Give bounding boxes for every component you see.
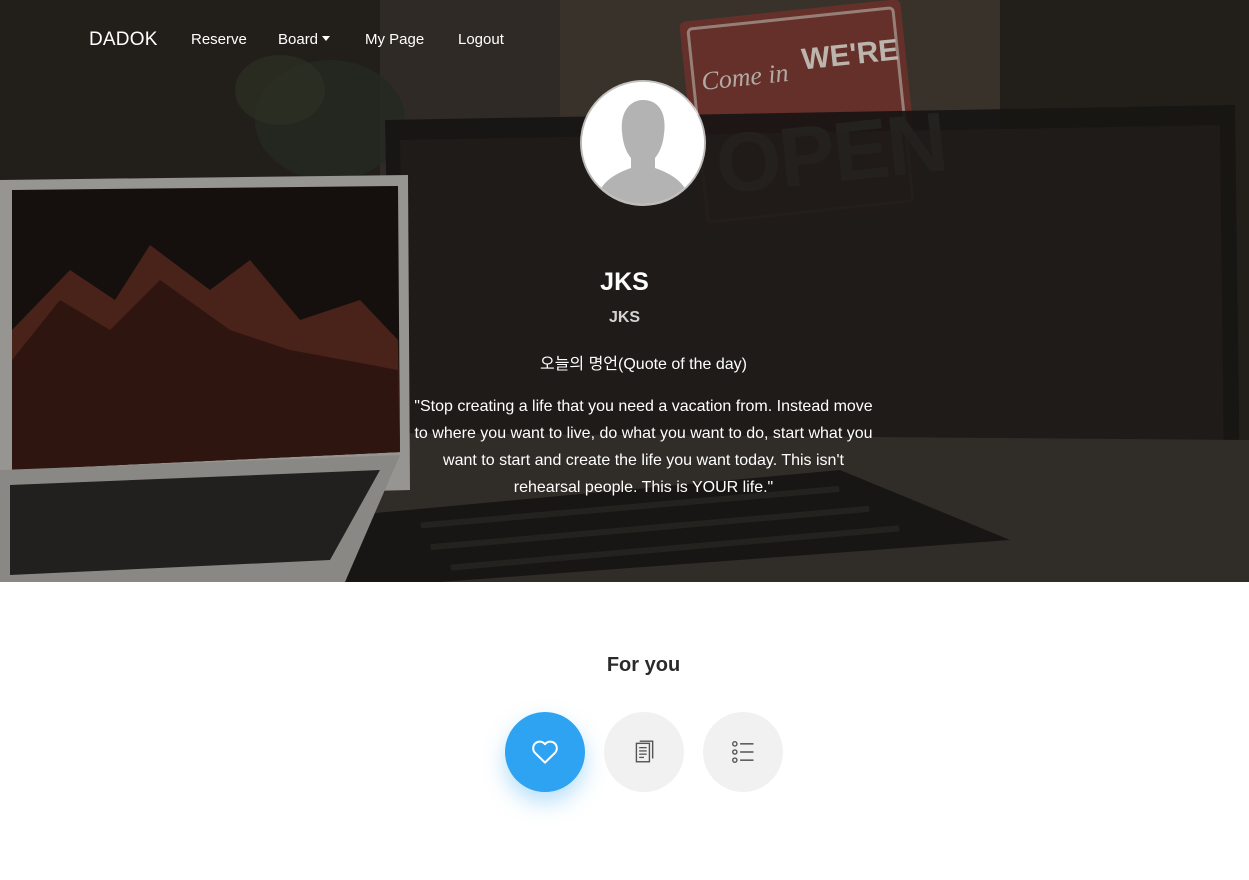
caret-down-icon bbox=[322, 36, 331, 41]
documents-button[interactable] bbox=[604, 712, 684, 792]
favorites-button[interactable] bbox=[505, 712, 585, 792]
brand-logo[interactable]: DADOK bbox=[89, 29, 158, 51]
nav-my-page-link[interactable]: My Page bbox=[365, 31, 424, 48]
nav-reserve-link[interactable]: Reserve bbox=[191, 31, 247, 48]
list-button[interactable] bbox=[703, 712, 783, 792]
nav-logout-link[interactable]: Logout bbox=[458, 31, 504, 48]
heart-icon bbox=[532, 740, 558, 764]
quote-heading: 오늘의 명언(Quote of the day) bbox=[539, 356, 747, 373]
document-icon bbox=[635, 740, 654, 763]
profile-name: JKS bbox=[600, 268, 649, 296]
top-navbar: DADOK Reserve Board My Page Logout bbox=[0, 0, 1249, 80]
quote-of-the-day: "Stop creating a life that you need a va… bbox=[414, 398, 873, 496]
list-icon bbox=[732, 741, 754, 763]
profile-subtitle: JKS bbox=[608, 309, 641, 326]
default-user-silhouette-icon bbox=[582, 82, 704, 204]
nav-board-dropdown[interactable]: Board bbox=[278, 31, 331, 48]
profile-avatar bbox=[582, 82, 704, 204]
nav-board-label: Board bbox=[278, 31, 319, 48]
for-you-title: For you bbox=[606, 654, 681, 676]
